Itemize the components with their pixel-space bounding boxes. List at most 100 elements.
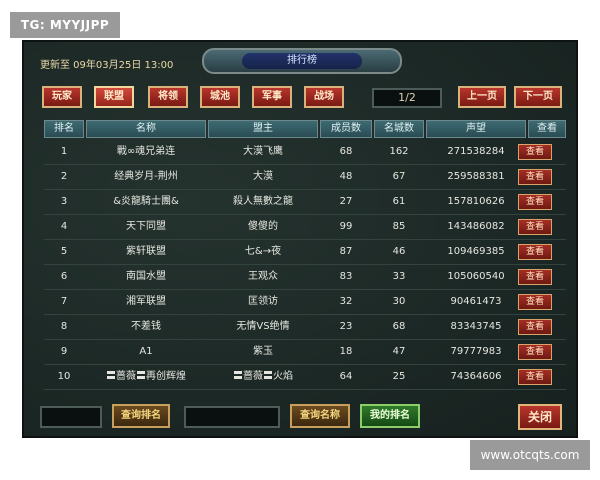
table-row: 2 经典岁月-荆州 大漠 48 67 259588381 查看 xyxy=(44,165,566,190)
cell-leader: 无情VS绝情 xyxy=(236,321,290,332)
view-button[interactable]: 查看 xyxy=(518,344,552,360)
cell-members: 99 xyxy=(339,221,353,232)
query-name-button[interactable]: 查询名称 xyxy=(290,404,350,428)
cell-cities: 67 xyxy=(392,171,406,182)
view-button[interactable]: 查看 xyxy=(518,294,552,310)
cell-members: 18 xyxy=(339,346,353,357)
view-button[interactable]: 查看 xyxy=(518,369,552,385)
view-button[interactable]: 查看 xyxy=(518,219,552,235)
prev-page-button[interactable]: 上一页 xyxy=(458,86,506,108)
cell-members: 64 xyxy=(339,371,353,382)
cell-cities: 85 xyxy=(392,221,406,232)
cell-name: &炎龍騎士團& xyxy=(113,196,179,207)
table-row: 3 &炎龍騎士團& 殺人無數之龍 27 61 157810626 查看 xyxy=(44,190,566,215)
col-rank: 排名 xyxy=(44,120,84,138)
cell-name: 天下同盟 xyxy=(126,221,166,232)
leaderboard-window: 更新至 09年03月25日 13:00 排行榜 玩家 联盟 将领 城池 军事 战… xyxy=(22,40,578,438)
cell-leader: 紫玉 xyxy=(253,346,273,357)
watermark-bottom-right: www.otcqts.com xyxy=(470,440,590,470)
name-search-input[interactable] xyxy=(184,406,280,428)
cell-cities: 61 xyxy=(392,196,406,207)
tab-battlefield[interactable]: 战场 xyxy=(304,86,344,108)
cell-rank: 7 xyxy=(60,296,68,307)
col-view: 查看 xyxy=(528,120,566,138)
my-rank-button[interactable]: 我的排名 xyxy=(360,404,420,428)
view-button[interactable]: 查看 xyxy=(518,194,552,210)
cell-members: 48 xyxy=(339,171,353,182)
table-row: 4 天下同盟 傻傻的 99 85 143486082 查看 xyxy=(44,215,566,240)
cell-leader: 匡领访 xyxy=(248,296,278,307)
cell-rank: 3 xyxy=(60,196,68,207)
cell-rank: 5 xyxy=(60,246,68,257)
cell-cities: 162 xyxy=(389,146,409,157)
table-row: 6 南国水盟 王观众 83 33 105060540 查看 xyxy=(44,265,566,290)
col-name: 名称 xyxy=(86,120,206,138)
cell-prestige: 157810626 xyxy=(447,196,505,207)
table-row: 8 不差钱 无情VS绝情 23 68 83343745 查看 xyxy=(44,315,566,340)
col-leader: 盟主 xyxy=(208,120,318,138)
cell-leader: 大漠飞鹰 xyxy=(243,146,283,157)
cell-name: A1 xyxy=(139,346,153,357)
cell-leader: 大漠 xyxy=(253,171,273,182)
view-button[interactable]: 查看 xyxy=(518,269,552,285)
view-button[interactable]: 查看 xyxy=(518,319,552,335)
cell-cities: 33 xyxy=(392,271,406,282)
cell-leader: 殺人無數之龍 xyxy=(233,196,293,207)
cell-prestige: 79777983 xyxy=(450,346,502,357)
cell-leader: 七&→夜 xyxy=(244,246,282,257)
cell-name: 湘军联盟 xyxy=(126,296,166,307)
cell-members: 83 xyxy=(339,271,353,282)
cell-name: 〓蔷薇〓再创辉煌 xyxy=(106,371,186,382)
cell-name: 经典岁月-荆州 xyxy=(114,171,178,182)
cell-cities: 47 xyxy=(392,346,406,357)
cell-prestige: 105060540 xyxy=(447,271,505,282)
tab-city[interactable]: 城池 xyxy=(200,86,240,108)
tab-military[interactable]: 军事 xyxy=(252,86,292,108)
cell-rank: 4 xyxy=(60,221,68,232)
table-row: 7 湘军联盟 匡领访 32 30 90461473 查看 xyxy=(44,290,566,315)
table-row: 1 戰∞魂兄弟连 大漠飞鹰 68 162 271538284 查看 xyxy=(44,140,566,165)
view-button[interactable]: 查看 xyxy=(518,169,552,185)
cell-prestige: 143486082 xyxy=(447,221,505,232)
cell-rank: 6 xyxy=(60,271,68,282)
cell-cities: 68 xyxy=(392,321,406,332)
cell-rank: 9 xyxy=(60,346,68,357)
query-rank-button[interactable]: 查询排名 xyxy=(112,404,170,428)
col-cities: 名城数 xyxy=(374,120,424,138)
cell-members: 32 xyxy=(339,296,353,307)
cell-cities: 25 xyxy=(392,371,406,382)
cell-cities: 46 xyxy=(392,246,406,257)
cell-prestige: 90461473 xyxy=(450,296,502,307)
close-button[interactable]: 关闭 xyxy=(518,404,562,430)
watermark-top-left: TG: MYYJJPP xyxy=(10,12,120,38)
cell-members: 23 xyxy=(339,321,353,332)
cell-name: 戰∞魂兄弟连 xyxy=(116,146,176,157)
table-row: 5 紫轩联盟 七&→夜 87 46 109469385 查看 xyxy=(44,240,566,265)
view-button[interactable]: 查看 xyxy=(518,144,552,160)
title-plate: 排行榜 xyxy=(202,48,402,74)
cell-name: 南国水盟 xyxy=(126,271,166,282)
rank-search-input[interactable] xyxy=(40,406,102,428)
page-indicator: 1/2 xyxy=(372,88,442,108)
cell-prestige: 83343745 xyxy=(450,321,502,332)
table-header: 排名 名称 盟主 成员数 名城数 声望 查看 xyxy=(44,120,566,138)
tab-general[interactable]: 将领 xyxy=(148,86,188,108)
cell-leader: 〓蔷薇〓火焰 xyxy=(233,371,293,382)
view-button[interactable]: 查看 xyxy=(518,244,552,260)
next-page-button[interactable]: 下一页 xyxy=(514,86,562,108)
cell-members: 68 xyxy=(339,146,353,157)
table-row: 9 A1 紫玉 18 47 79777983 查看 xyxy=(44,340,566,365)
cell-rank: 8 xyxy=(60,321,68,332)
cell-name: 不差钱 xyxy=(131,321,161,332)
cell-rank: 1 xyxy=(60,146,68,157)
cell-prestige: 109469385 xyxy=(447,246,505,257)
update-time: 更新至 09年03月25日 13:00 xyxy=(40,60,174,71)
cell-name: 紫轩联盟 xyxy=(126,246,166,257)
cell-cities: 30 xyxy=(392,296,406,307)
cell-members: 27 xyxy=(339,196,353,207)
cell-prestige: 271538284 xyxy=(447,146,505,157)
cell-rank: 10 xyxy=(57,371,71,382)
tab-player[interactable]: 玩家 xyxy=(42,86,82,108)
tab-alliance[interactable]: 联盟 xyxy=(94,86,134,108)
col-members: 成员数 xyxy=(320,120,372,138)
